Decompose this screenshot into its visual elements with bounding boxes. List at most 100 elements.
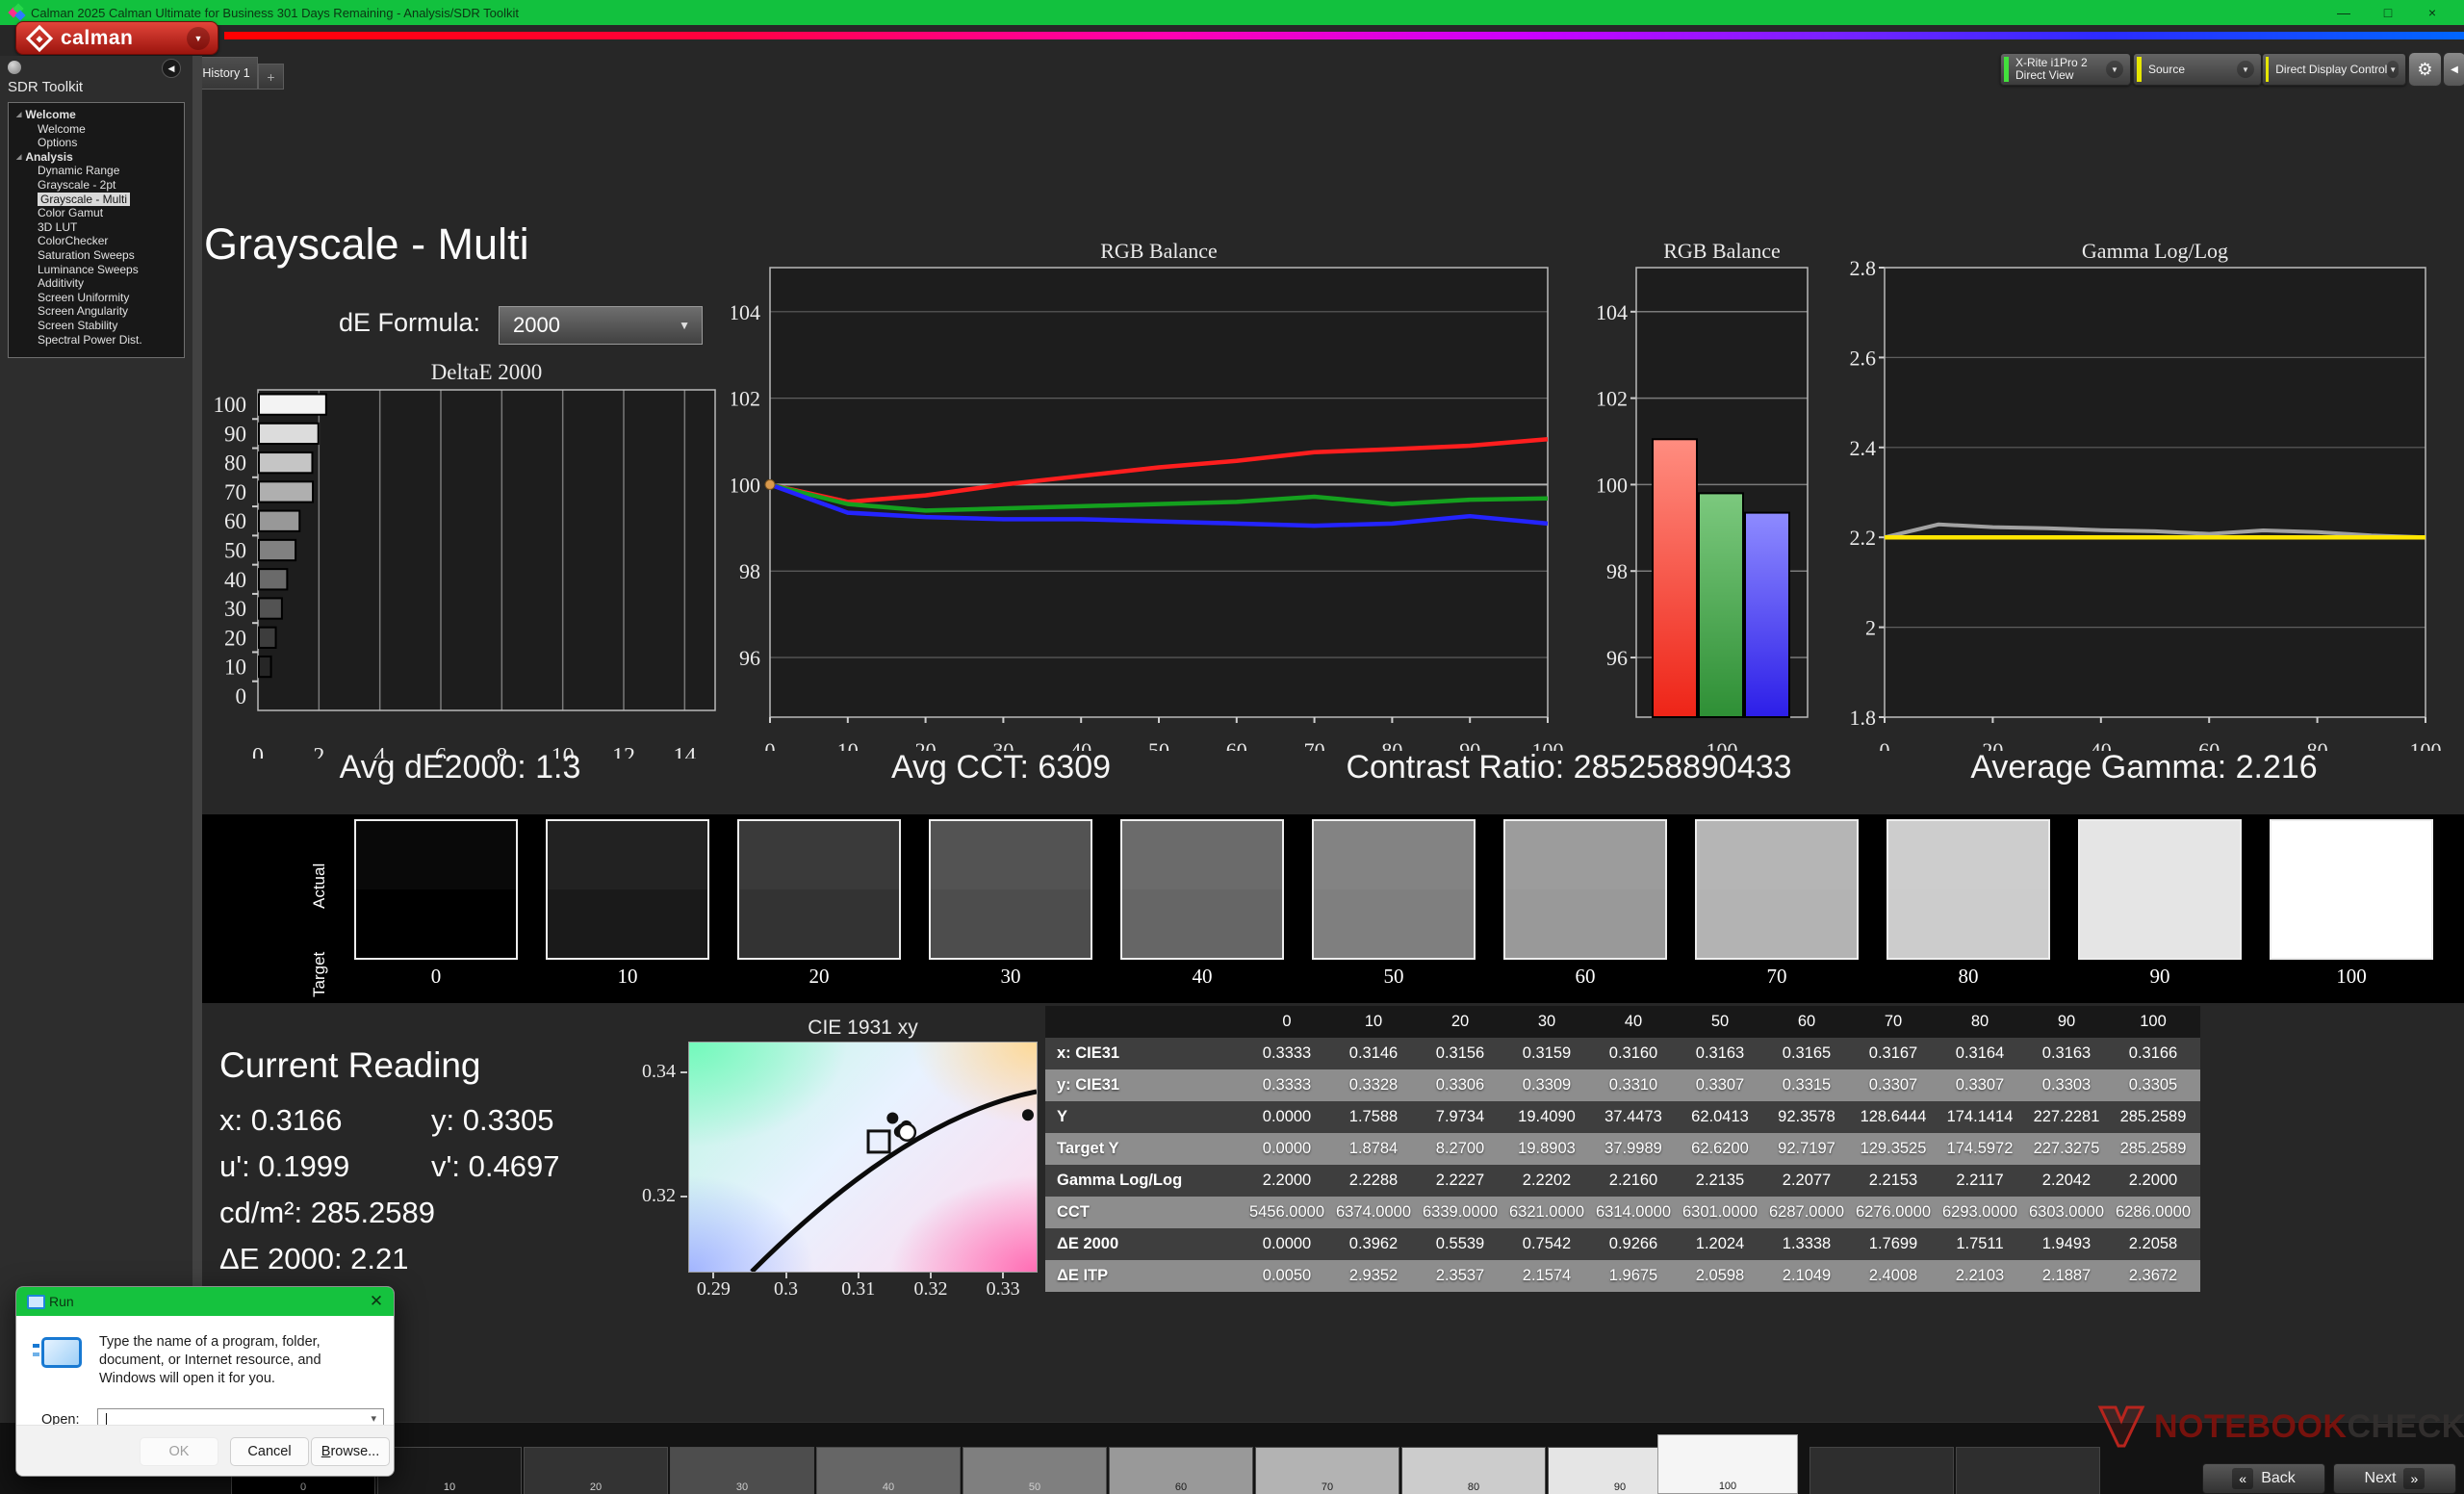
sidebar-item-options[interactable]: Options — [9, 136, 184, 150]
svg-text:98: 98 — [1606, 559, 1628, 583]
table-cell: 129.3525 — [1850, 1140, 1937, 1158]
meter-dropdown[interactable]: X-Rite i1Pro 2 Direct View ▼ — [2000, 53, 2131, 86]
pattern-tile-label: 50 — [963, 1481, 1106, 1493]
ok-button[interactable]: OK — [140, 1437, 218, 1466]
run-close-icon[interactable]: ✕ — [359, 1287, 394, 1316]
svg-text:30: 30 — [224, 597, 246, 621]
settings-button[interactable]: ⚙ — [2408, 52, 2442, 87]
table-cell: 6276.0000 — [1850, 1203, 1937, 1222]
sidebar-item-grayscale-multi[interactable]: Grayscale - Multi — [9, 193, 184, 207]
table-row-y: Y0.00001.75887.973419.409037.447362.0413… — [1045, 1101, 2200, 1133]
sidebar-item-spectral-power-dist[interactable]: Spectral Power Dist. — [9, 333, 184, 348]
source-dropdown[interactable]: Source ▼ — [2133, 53, 2262, 86]
sidebar-item-saturation-sweeps[interactable]: Saturation Sweeps — [9, 248, 184, 263]
table-cell: 0.3163 — [1677, 1044, 1763, 1063]
next-button[interactable]: Next » — [2333, 1463, 2456, 1494]
sidebar-item-welcome[interactable]: Welcome — [9, 122, 184, 137]
table-cell: 0.3307 — [1677, 1076, 1763, 1095]
browse-button[interactable]: Browse... — [311, 1437, 390, 1466]
cancel-button[interactable]: Cancel — [230, 1437, 309, 1466]
pattern-tile-30[interactable]: 30 — [670, 1447, 814, 1494]
table-cell: 0.0050 — [1244, 1267, 1330, 1285]
sidebar-item-3d-lut[interactable]: 3D LUT — [9, 220, 184, 235]
close-button[interactable]: × — [2410, 0, 2454, 25]
svg-text:2.4: 2.4 — [1850, 436, 1877, 460]
table-cell: 0.3307 — [1937, 1076, 2023, 1095]
pattern-tile-20[interactable]: 20 — [524, 1447, 668, 1494]
svg-text:96: 96 — [1606, 646, 1628, 670]
svg-text:80: 80 — [224, 451, 246, 476]
display-control-dropdown-label: Direct Display Control — [2275, 64, 2387, 76]
sidebar-item-screen-uniformity[interactable]: Screen Uniformity — [9, 291, 184, 305]
actual-row-label: Actual — [310, 822, 329, 909]
table-row-label: ΔE ITP — [1045, 1267, 1244, 1285]
table-cell: 19.8903 — [1503, 1140, 1590, 1158]
sidebar-item-screen-stability[interactable]: Screen Stability — [9, 319, 184, 333]
sidebar-pin-button[interactable] — [8, 61, 21, 74]
table-cell: 2.2000 — [1244, 1172, 1330, 1190]
pattern-tile-blank[interactable] — [1810, 1447, 1954, 1494]
table-cell: 0.3310 — [1590, 1076, 1677, 1095]
back-button[interactable]: « Back — [2202, 1463, 2325, 1494]
pattern-tile-40[interactable]: 40 — [816, 1447, 961, 1494]
sidebar-collapse-button[interactable]: ◀ — [162, 59, 181, 78]
svg-text:104: 104 — [732, 300, 760, 324]
sidebar-item-welcome[interactable]: ◢Welcome — [9, 108, 184, 122]
swatch-actual-half — [1505, 821, 1665, 889]
run-program-icon — [41, 1337, 82, 1368]
collapse-panel-button[interactable]: ◀ — [2443, 52, 2464, 87]
sidebar-item-dynamic-range[interactable]: Dynamic Range — [9, 164, 184, 178]
pattern-tile-60[interactable]: 60 — [1109, 1447, 1253, 1494]
calman-logo-button[interactable]: calman ▼ — [15, 21, 218, 55]
cie-y-tick — [680, 1071, 687, 1073]
de-formula-dropdown[interactable]: 2000 ▼ — [499, 306, 703, 345]
table-cell: 2.2000 — [2110, 1172, 2196, 1190]
sidebar-item-grayscale-2pt[interactable]: Grayscale - 2pt — [9, 178, 184, 193]
pattern-tile-70[interactable]: 70 — [1255, 1447, 1399, 1494]
run-dialog-body: Type the name of a program, folder, docu… — [16, 1316, 394, 1424]
swatch-level-label: 90 — [2078, 965, 2242, 989]
maximize-button[interactable]: □ — [2366, 0, 2410, 25]
gear-icon: ⚙ — [2417, 60, 2432, 80]
sidebar-item-label: Analysis — [25, 150, 72, 164]
sidebar-item-analysis[interactable]: ◢ Analysis — [9, 150, 184, 165]
table-column-header: 20 — [1417, 1013, 1503, 1031]
table-row-label: x: CIE31 — [1045, 1044, 1244, 1063]
pattern-tile-10[interactable]: 10 — [377, 1447, 522, 1494]
grayscale-swatch-40 — [1120, 819, 1284, 960]
tree-expander-icon: ◢ — [16, 151, 21, 166]
sidebar-item-label: Welcome — [38, 122, 86, 136]
pattern-tile-blank[interactable] — [1956, 1447, 2100, 1494]
sidebar-item-label: ColorChecker — [38, 234, 108, 247]
table-cell: 0.3333 — [1244, 1044, 1330, 1063]
table-cell: 0.3303 — [2023, 1076, 2110, 1095]
measurement-table: 0102030405060708090100x: CIE310.33330.31… — [1045, 1006, 2200, 1292]
table-cell: 62.0413 — [1677, 1108, 1763, 1126]
pattern-tile-50[interactable]: 50 — [962, 1447, 1107, 1494]
display-control-dropdown[interactable]: Direct Display Control ▼ — [2262, 53, 2406, 86]
table-cell: 2.4008 — [1850, 1267, 1937, 1285]
table-cell: 0.3333 — [1244, 1076, 1330, 1095]
grayscale-swatch-0 — [354, 819, 518, 960]
pattern-tile-80[interactable]: 80 — [1401, 1447, 1546, 1494]
minimize-button[interactable]: — — [2322, 0, 2366, 25]
table-row-label: ΔE 2000 — [1045, 1235, 1244, 1253]
sidebar-item-colorchecker[interactable]: ColorChecker — [9, 234, 184, 248]
svg-text:40: 40 — [224, 568, 246, 592]
table-row-label: Gamma Log/Log — [1045, 1172, 1244, 1190]
combobox-chevron-icon[interactable]: ▾ — [371, 1412, 376, 1425]
table-cell: 2.2103 — [1937, 1267, 2023, 1285]
avg-cct-summary: Avg CCT: 6309 — [760, 749, 1242, 786]
sidebar-item-label: Luminance Sweeps — [38, 263, 139, 276]
pattern-tile-100[interactable]: 100 — [1657, 1434, 1798, 1494]
sidebar-item-color-gamut[interactable]: Color Gamut — [9, 206, 184, 220]
svg-text:10: 10 — [224, 656, 246, 680]
sidebar-item-luminance-sweeps[interactable]: Luminance Sweeps — [9, 263, 184, 277]
sidebar-item-screen-angularity[interactable]: Screen Angularity — [9, 304, 184, 319]
table-cell: 0.3166 — [2110, 1044, 2196, 1063]
history-tab[interactable]: History 1 — [194, 57, 258, 90]
table-cell: 174.1414 — [1937, 1108, 2023, 1126]
calman-menu-chevron-icon[interactable]: ▼ — [187, 27, 210, 50]
new-history-tab-button[interactable]: + — [258, 64, 284, 90]
sidebar-item-additivity[interactable]: Additivity — [9, 276, 184, 291]
